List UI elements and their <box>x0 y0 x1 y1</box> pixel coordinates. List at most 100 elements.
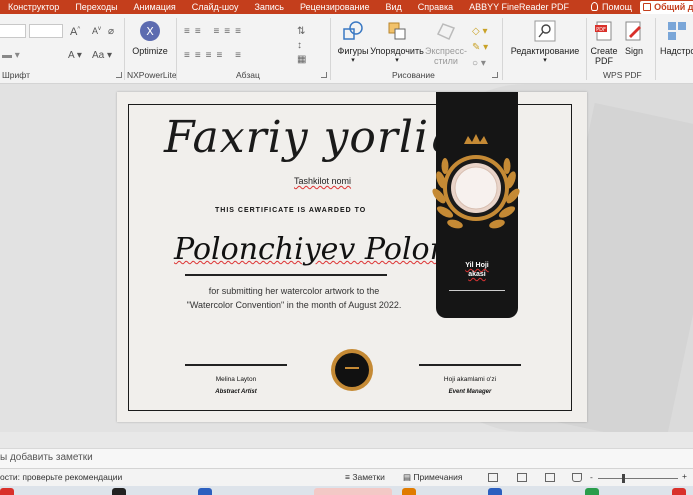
normal-view-icon[interactable] <box>488 473 498 482</box>
group-label-wps-pdf: WPS PDF <box>603 70 642 80</box>
ribbon: A^ Av ⌀ ▬ ▾ A ▾ Aa ▾ Шрифт X Optimize NX… <box>0 14 693 84</box>
organization-name[interactable]: Tashkilot nomi <box>294 176 351 186</box>
date-line-1: Yil Hoji <box>465 262 489 269</box>
list-controls[interactable]: ≡≡ ≡≡≡ <box>184 26 246 37</box>
taskbar-app-icon[interactable] <box>585 488 599 495</box>
tab-abbyy[interactable]: ABBYY FineReader PDF <box>461 0 577 14</box>
slideshow-icon[interactable] <box>572 473 582 482</box>
sign-icon <box>625 21 641 41</box>
shape-outline-icon[interactable]: ✎ ▾ <box>472 42 488 53</box>
chevron-down-icon: ▾ <box>351 57 355 64</box>
zoom-in-button[interactable]: + <box>682 471 687 481</box>
taskbar-app-icon[interactable] <box>672 488 686 495</box>
character-spacing-icon[interactable]: Aa ▾ <box>92 50 112 61</box>
tab-slideshow[interactable]: Слайд-шоу <box>184 0 247 14</box>
tab-review[interactable]: Рецензирование <box>292 0 378 14</box>
signature-line-right <box>419 364 521 366</box>
editing-button[interactable]: Редактирование ▾ <box>508 20 582 66</box>
chevron-down-icon: ▾ <box>543 57 547 64</box>
certificate-description[interactable]: for submitting her watercolor artwork to… <box>159 284 429 312</box>
optimize-label: Optimize <box>132 46 168 56</box>
signature-line-left <box>185 364 287 366</box>
shape-effects-icon[interactable]: ○ ▾ <box>472 58 486 69</box>
share-button[interactable]: Общий д <box>640 0 693 14</box>
tab-help[interactable]: Справка <box>410 0 461 14</box>
taskbar-active-app[interactable] <box>314 488 392 495</box>
font-color-icon[interactable]: ▬ ▾ <box>2 50 20 61</box>
addins-button[interactable]: Надстро <box>660 20 693 56</box>
shape-fill-icon[interactable]: ◇ ▾ <box>472 26 488 37</box>
tab-animations[interactable]: Анимация <box>126 0 184 14</box>
font-size-dropdown[interactable] <box>29 24 63 38</box>
taskbar-app-icon[interactable] <box>488 488 502 495</box>
seal-emblem <box>331 349 373 391</box>
signer-right-role[interactable]: Event Manager <box>410 389 530 395</box>
quick-styles-button[interactable]: Экспресс- стили <box>424 20 468 66</box>
crown-icon <box>345 361 359 369</box>
separator <box>502 18 503 80</box>
create-pdf-button[interactable]: PDF Create PDF <box>590 20 618 66</box>
group-label-paragraph: Абзац <box>236 70 260 80</box>
signer-left-role[interactable]: Abstract Artist <box>176 389 296 395</box>
editing-label: Редактирование <box>510 46 580 56</box>
zoom-slider-thumb[interactable] <box>622 474 625 483</box>
create-pdf-label-1: Create <box>590 46 618 56</box>
separator <box>655 18 656 80</box>
smartart-icon[interactable]: ▦ <box>297 54 306 65</box>
date-text[interactable]: Yil Hoji akasi <box>436 261 518 279</box>
certificate-title[interactable]: Faxriy yorliq <box>164 112 458 163</box>
addins-label: Надстро <box>660 46 693 56</box>
sign-button[interactable]: Sign <box>620 20 648 56</box>
shapes-button[interactable]: Фигуры ▾ <box>334 20 372 66</box>
drawing-dialog-launcher[interactable] <box>492 72 498 78</box>
share-label: Общий д <box>654 1 693 12</box>
lightbulb-icon <box>591 2 598 11</box>
signer-left-name[interactable]: Melina Layton <box>176 376 296 383</box>
reading-view-icon[interactable] <box>545 473 555 482</box>
svg-text:X: X <box>146 25 154 38</box>
optimize-icon: X <box>140 21 160 41</box>
taskbar-app-icon[interactable] <box>0 488 14 495</box>
tab-record[interactable]: Запись <box>246 0 292 14</box>
optimize-button[interactable]: X Optimize <box>130 20 170 56</box>
group-label-nxpowerlite: NXPowerLite <box>127 70 177 80</box>
decrease-font-icon[interactable]: Av <box>92 26 101 36</box>
slide[interactable]: Faxriy yorliq Tashkilot nomi THIS CERTIF… <box>117 92 587 422</box>
pdf-icon: PDF <box>595 21 612 41</box>
notes-toggle-label: Заметки <box>352 472 385 482</box>
arrange-button[interactable]: Упорядочить ▾ <box>370 20 424 66</box>
slide-sorter-icon[interactable] <box>517 473 527 482</box>
separator <box>330 18 331 80</box>
signer-right-name[interactable]: Hoji akamlami o'zi <box>410 376 530 383</box>
taskbar-app-icon[interactable] <box>198 488 212 495</box>
notes-toggle-button[interactable]: ≡ Заметки <box>345 472 385 482</box>
paragraph-dialog-launcher[interactable] <box>321 72 327 78</box>
svg-text:PDF: PDF <box>596 27 606 33</box>
accessibility-status[interactable]: ости: проверьте рекомендации <box>0 472 122 482</box>
notes-pane[interactable]: ы добавить заметки <box>0 448 693 468</box>
tab-transitions[interactable]: Переходы <box>67 0 125 14</box>
arrange-label: Упорядочить <box>370 46 424 56</box>
slide-editing-area[interactable]: Faxriy yorliq Tashkilot nomi THIS CERTIF… <box>0 84 693 432</box>
font-dialog-launcher[interactable] <box>116 72 122 78</box>
align-text-icon[interactable]: ↕ <box>297 40 302 51</box>
text-direction-icon[interactable]: ⇅ <box>297 26 305 37</box>
zoom-slider[interactable] <box>598 474 678 483</box>
text-shadow-icon[interactable]: A ▾ <box>68 50 82 61</box>
taskbar-app-icon[interactable] <box>112 488 126 495</box>
awarded-to-heading[interactable]: THIS CERTIFICATE IS AWARDED TO <box>215 207 366 214</box>
separator <box>176 18 177 80</box>
name-underline <box>185 274 387 276</box>
zoom-out-button[interactable]: - <box>590 472 593 482</box>
tab-design[interactable]: Конструктор <box>0 0 67 14</box>
taskbar-app-icon[interactable] <box>402 488 416 495</box>
comments-toggle-button[interactable]: ▤ Примечания <box>403 472 462 483</box>
separator <box>586 18 587 80</box>
clear-format-icon[interactable]: ⌀ <box>108 26 114 37</box>
increase-font-icon[interactable]: A^ <box>70 26 80 38</box>
share-icon <box>643 2 652 11</box>
tab-view[interactable]: Вид <box>378 0 410 14</box>
alignment-controls[interactable]: ≡≡≡≡ ≡ <box>184 50 246 61</box>
tab-tell-me[interactable]: Помощ <box>583 0 640 14</box>
font-name-dropdown[interactable] <box>0 24 26 38</box>
